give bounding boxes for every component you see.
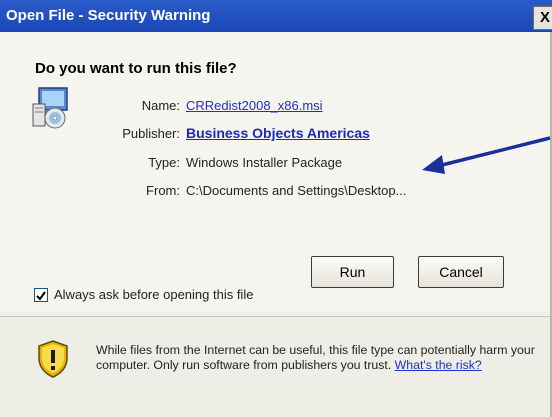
warning-message: While files from the Internet can be use… [96,343,536,373]
security-warning-dialog: Open File - Security Warning X Do you wa… [0,0,552,417]
from-label: From: [146,183,180,198]
whats-the-risk-link[interactable]: What's the risk? [395,358,482,372]
publisher-name-text[interactable]: Business Objects Americas [186,125,370,141]
from-value: C:\Documents and Settings\Desktop... [186,183,407,198]
close-button[interactable]: X [533,6,552,30]
file-name-text[interactable]: CRRedist2008_x86.msi [186,98,323,113]
file-name-link[interactable]: CRRedist2008_x86.msi [186,98,323,113]
name-label: Name: [141,98,180,113]
type-value: Windows Installer Package [186,155,343,170]
run-question: Do you want to run this file? [35,60,237,77]
always-ask-checkbox[interactable] [34,288,48,302]
publisher-label: Publisher: [122,126,180,141]
title-bar[interactable]: Open File - Security Warning X [0,0,552,32]
checkmark-icon [36,291,46,301]
always-ask-label[interactable]: Always ask before opening this file [54,287,253,302]
publisher-link[interactable]: Business Objects Americas [186,125,370,141]
window-title: Open File - Security Warning [6,7,211,24]
type-label: Type: [148,155,180,170]
run-button[interactable]: Run [311,256,394,288]
pointer-arrow-icon [422,136,551,174]
warning-shield-icon [38,340,68,378]
cancel-button[interactable]: Cancel [418,256,504,288]
